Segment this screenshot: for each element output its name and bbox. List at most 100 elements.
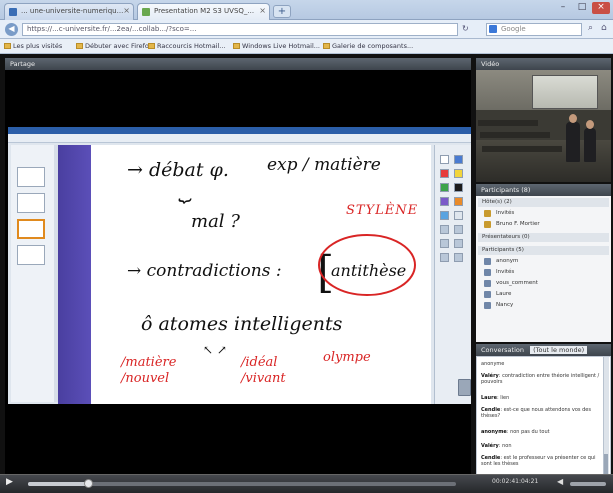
chat-message: anonyme: non pas du tout [481, 429, 550, 435]
chat-message: Valéry: contradiction entre théorie inte… [481, 373, 600, 385]
folder-icon [76, 43, 83, 49]
desk-row [478, 120, 538, 126]
eraser-icon[interactable] [454, 211, 463, 220]
tab-strip: ... une-universite-numeriqu... × Present… [0, 0, 613, 20]
slide-thumbnail[interactable] [17, 193, 45, 213]
tab-label: ... une-universite-numeriqu... [21, 7, 124, 15]
shared-screen: → débat φ. exp / matière ⏟ mal ? STYLÈNE… [8, 127, 471, 404]
user-icon [484, 291, 491, 298]
select-tool-icon[interactable] [454, 155, 463, 164]
hosts-group[interactable]: Hôte(s) (2) [478, 198, 609, 207]
ink-brace: ⏟ [179, 178, 193, 203]
volume-slider[interactable] [570, 482, 606, 486]
video-feed [476, 70, 611, 182]
color-black-icon[interactable] [454, 183, 463, 192]
home-icon[interactable]: ⌂ [601, 23, 607, 33]
chat-message: anonyme [481, 361, 505, 367]
participants-list: Hôte(s) (2) Invités Bruno F. Mortier Pré… [476, 196, 611, 342]
reload-icon[interactable]: ↻ [462, 24, 469, 33]
bookmark-item[interactable]: Les plus visités [4, 42, 62, 50]
bookmark-item[interactable]: Raccourcis Hotmail... [148, 42, 226, 50]
url-bar[interactable]: https://...c-universite.fr/...2ea/...col… [22, 23, 458, 36]
color-yellow-icon[interactable] [454, 169, 463, 178]
undo-icon[interactable] [440, 253, 449, 262]
play-icon[interactable]: ▶ [6, 477, 16, 490]
seek-handle[interactable] [84, 479, 93, 488]
chat-message: Cendie: est le professeur va présenter c… [481, 455, 596, 467]
ink-red-note-1: /matière /nouvel [121, 355, 177, 386]
bookmark-item[interactable]: Galerie de composants... [323, 42, 413, 50]
seek-progress [28, 482, 88, 486]
projection-screen [532, 75, 598, 109]
folder-icon [233, 43, 240, 49]
participant-item[interactable]: Nancy [484, 301, 513, 310]
chat-message: Laure: lien [481, 395, 510, 401]
participant-item[interactable]: Invités [484, 268, 514, 277]
tab-1[interactable]: ... une-universite-numeriqu... × [4, 3, 134, 20]
color-red-icon[interactable] [440, 169, 449, 178]
trash-icon[interactable] [458, 379, 471, 396]
tool-palette [434, 145, 471, 404]
folder-icon [4, 43, 11, 49]
search-input[interactable]: Google [486, 23, 582, 36]
search-icon[interactable]: ⌕ [588, 23, 593, 33]
back-icon[interactable]: ◀ [5, 23, 18, 36]
ink-arrows: ↖ ↗ [203, 343, 227, 357]
slide-thumbnail[interactable] [17, 245, 45, 265]
volume-icon[interactable]: ◀ [557, 477, 567, 488]
user-icon [484, 280, 491, 287]
participant-item[interactable]: Invités [484, 209, 514, 218]
desk-row [480, 132, 550, 138]
chat-scroll-thumb[interactable] [604, 454, 608, 474]
tab-2[interactable]: Presentation M2 S3 UVSQ_... × [137, 3, 270, 20]
bookmark-item[interactable]: Windows Live Hotmail... [233, 42, 320, 50]
maximize-icon[interactable]: □ [573, 2, 591, 14]
user-icon [484, 302, 491, 309]
participant-item[interactable]: Laure [484, 290, 511, 299]
text-tool-icon[interactable] [454, 225, 463, 234]
ink-line-1a: → débat φ. [127, 159, 229, 181]
new-tab-button[interactable]: + [273, 5, 291, 18]
chat-message: Cendie: est-ce que nous attendons vos de… [481, 407, 591, 419]
slide-thumbnail[interactable] [17, 167, 45, 187]
pen-tool-icon[interactable] [440, 155, 449, 164]
shared-title-bar [8, 127, 471, 134]
color-green-icon[interactable] [440, 183, 449, 192]
host-icon [484, 221, 491, 228]
close-icon[interactable]: × [123, 6, 130, 15]
fill-tool-icon[interactable] [454, 239, 463, 248]
participant-item[interactable]: vous_comment [484, 279, 538, 288]
page-margin [58, 145, 91, 404]
ink-line-3a: → contradictions : [127, 261, 282, 281]
highlighter-icon[interactable] [440, 211, 449, 220]
whiteboard-canvas[interactable]: → débat φ. exp / matière ⏟ mal ? STYLÈNE… [91, 145, 431, 404]
bookmark-item[interactable]: Débuter avec Firefox [76, 42, 153, 50]
close-icon[interactable]: × [259, 6, 266, 15]
timecode: 00:02:41:04:21 [492, 478, 539, 485]
nav-bar: ◀ https://...c-universite.fr/...2ea/...c… [0, 20, 613, 39]
shape-tool-icon[interactable] [440, 225, 449, 234]
participant-item[interactable]: anonym [484, 257, 518, 266]
redo-icon[interactable] [454, 253, 463, 262]
conversation-tab[interactable]: (Tout le monde) [530, 346, 588, 354]
color-purple-icon[interactable] [440, 197, 449, 206]
shared-menu-bar [8, 134, 471, 143]
presenters-group[interactable]: Présentateurs (0) [478, 233, 609, 242]
ink-red-circle [318, 234, 416, 296]
line-tool-icon[interactable] [440, 239, 449, 248]
slide-thumbnail[interactable] [17, 219, 45, 239]
desk-row [482, 146, 562, 152]
connect-app: Partage Vidéo → débat φ. exp / matière ⏟… [0, 54, 613, 493]
participant-item[interactable]: Bruno F. Mortier [484, 220, 540, 229]
host-icon [484, 210, 491, 217]
ink-line-4: ô atomes intelligents [141, 313, 343, 335]
conversation-header: Conversation (Tout le monde) [476, 344, 611, 356]
chat-log: anonyme Valéry: contradiction entre théo… [476, 356, 611, 480]
attendees-group[interactable]: Participants (5) [478, 246, 609, 255]
color-orange-icon[interactable] [454, 197, 463, 206]
minimize-icon[interactable]: – [554, 2, 572, 14]
user-icon [484, 269, 491, 276]
close-window-icon[interactable]: × [592, 2, 610, 14]
tab-label: Presentation M2 S3 UVSQ_... [154, 7, 255, 15]
ink-red-note-3: olympe [323, 350, 371, 365]
